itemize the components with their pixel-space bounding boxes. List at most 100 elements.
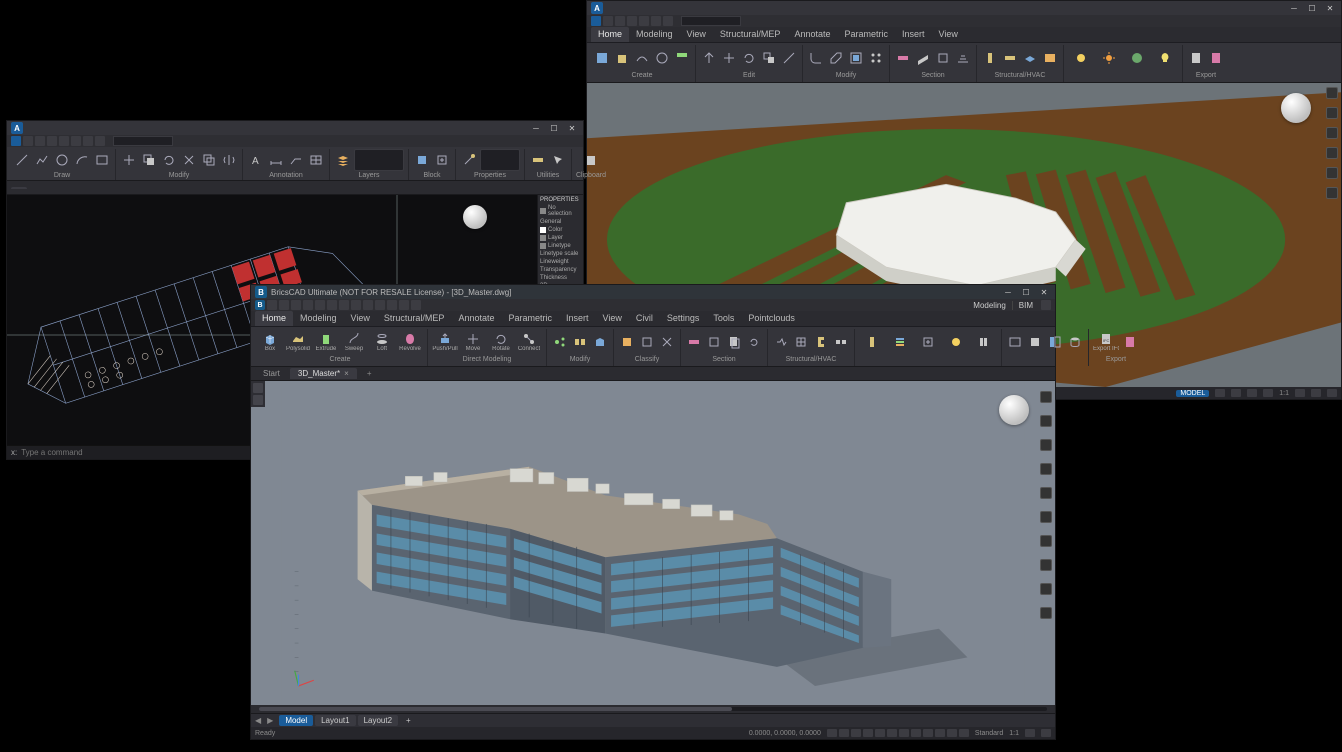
project-browser-icon[interactable] xyxy=(1046,331,1064,353)
classify-auto-icon[interactable] xyxy=(618,331,636,353)
qat-open-icon[interactable] xyxy=(615,16,625,26)
status-scale[interactable]: 1:1 xyxy=(1279,390,1289,397)
array-tool-icon[interactable] xyxy=(867,47,885,69)
nav-orbit-icon[interactable] xyxy=(1326,127,1338,139)
lookfrom-icon[interactable] xyxy=(1040,391,1052,403)
qat-copy-icon[interactable] xyxy=(351,300,361,310)
fillet-tool-icon[interactable] xyxy=(807,47,825,69)
status-lwt-toggle[interactable] xyxy=(899,729,909,737)
classify-manual-icon[interactable] xyxy=(638,331,656,353)
ribbon-tab[interactable]: View xyxy=(932,27,965,42)
offset-tool-icon[interactable] xyxy=(200,149,218,171)
qat-save-icon[interactable] xyxy=(627,16,637,26)
rect-tool-icon[interactable] xyxy=(93,149,111,171)
create-block-icon[interactable] xyxy=(433,149,451,171)
automatch-tool-icon[interactable] xyxy=(571,331,589,353)
line-tool-icon[interactable] xyxy=(13,149,31,171)
ribbon-tab-structural[interactable]: Structural/MEP xyxy=(377,311,452,326)
select-tool-icon[interactable] xyxy=(549,149,567,171)
minimize-button[interactable]: ─ xyxy=(529,123,543,133)
status-workspace-toggle[interactable] xyxy=(1311,389,1321,397)
pushpull-tool-icon[interactable] xyxy=(700,47,718,69)
ribbon-tab-modeling[interactable]: Modeling xyxy=(293,311,344,326)
unclassify-icon[interactable] xyxy=(658,331,676,353)
box-tool-icon[interactable] xyxy=(593,47,611,69)
close-button[interactable]: ✕ xyxy=(1323,3,1337,13)
status-model-badge[interactable]: MODEL xyxy=(1176,390,1209,397)
qat-new-icon[interactable] xyxy=(23,136,33,146)
revolve-tool-icon[interactable]: Revolve xyxy=(397,330,423,354)
bimcolumn-icon[interactable] xyxy=(859,330,885,354)
file-tab-add[interactable]: + xyxy=(359,368,380,379)
status-clean-toggle[interactable] xyxy=(1327,389,1337,397)
status-snap-toggle[interactable] xyxy=(1231,389,1241,397)
trim-tool-icon[interactable] xyxy=(180,149,198,171)
layout-nav-next-icon[interactable]: ▶ xyxy=(267,716,277,725)
nav-pan-icon[interactable] xyxy=(1326,107,1338,119)
nav-iso-icon[interactable] xyxy=(1040,535,1052,547)
nav-pan-icon[interactable] xyxy=(1040,415,1052,427)
qat-undo-icon[interactable] xyxy=(83,136,93,146)
rotate-tool-icon[interactable] xyxy=(740,47,758,69)
qat-paste-icon[interactable] xyxy=(363,300,373,310)
nav-look-icon[interactable] xyxy=(1326,167,1338,179)
app-logo-icon[interactable]: B xyxy=(255,286,267,298)
qat-saveas-icon[interactable] xyxy=(59,136,69,146)
export-bcf-icon[interactable] xyxy=(1121,331,1139,353)
titlebar[interactable]: B BricsCAD Ultimate (NOT FOR RESALE Lice… xyxy=(251,285,1055,299)
status-esnap-toggle[interactable] xyxy=(875,729,885,737)
qat-new-icon[interactable] xyxy=(267,300,277,310)
qat-open-icon[interactable] xyxy=(279,300,289,310)
flatten-tool-icon[interactable] xyxy=(954,47,972,69)
ribbon-tab-insert[interactable]: Insert xyxy=(559,311,596,326)
app-menu-button[interactable] xyxy=(11,136,21,146)
materials-tool-icon[interactable] xyxy=(1124,46,1150,70)
sweep-tool-icon[interactable]: Sweep xyxy=(341,330,367,354)
layout-tab-add[interactable]: + xyxy=(400,715,417,726)
viewcube-icon[interactable] xyxy=(1281,93,1311,123)
workspace-suffix[interactable]: BIM xyxy=(1012,301,1039,310)
qat-props-icon[interactable] xyxy=(399,300,409,310)
lights-tool-icon[interactable] xyxy=(1152,46,1178,70)
copy-tool-icon[interactable] xyxy=(140,149,158,171)
sun-tool-icon[interactable] xyxy=(1096,46,1122,70)
layout-tab-model[interactable]: Model xyxy=(279,715,313,726)
polyline-tool-icon[interactable] xyxy=(33,149,51,171)
sweep-tool-icon[interactable] xyxy=(633,47,651,69)
ribbon-tab-parametric[interactable]: Parametric xyxy=(501,311,559,326)
prop-row[interactable]: Transparency xyxy=(540,267,581,273)
scrollbar-thumb[interactable] xyxy=(259,707,732,711)
bimify-tool-icon[interactable] xyxy=(591,331,609,353)
minimize-button[interactable]: ─ xyxy=(1001,287,1015,297)
qat-new-icon[interactable] xyxy=(603,16,613,26)
status-dyn-toggle[interactable] xyxy=(911,729,921,737)
nav-zoom-icon[interactable] xyxy=(1040,463,1052,475)
loft-tool-icon[interactable] xyxy=(673,47,691,69)
qat-match-icon[interactable] xyxy=(375,300,385,310)
shell-tool-icon[interactable] xyxy=(847,47,865,69)
ribbon-tab[interactable]: Home xyxy=(591,27,629,42)
drotate-tool-icon[interactable]: Rotate xyxy=(488,330,514,354)
maximize-button[interactable]: ☐ xyxy=(1305,3,1319,13)
status-tile-toggle[interactable] xyxy=(1025,729,1035,737)
viewcube-icon[interactable] xyxy=(463,205,487,229)
mirror-tool-icon[interactable] xyxy=(220,149,238,171)
column-tool-icon[interactable] xyxy=(981,47,999,69)
props-color-dropdown[interactable] xyxy=(480,149,520,171)
measure-tool-icon[interactable] xyxy=(529,149,547,171)
nav-visual-icon[interactable] xyxy=(1040,487,1052,499)
maximize-button[interactable]: ☐ xyxy=(547,123,561,133)
file-tab-active[interactable]: 3D_Master*× xyxy=(290,368,357,379)
scale-tool-icon[interactable] xyxy=(760,47,778,69)
maximize-button[interactable]: ☐ xyxy=(1019,287,1033,297)
ribbon-tab[interactable]: Annotate xyxy=(787,27,837,42)
propagate-tool-icon[interactable] xyxy=(551,331,569,353)
viewcube-icon[interactable] xyxy=(999,395,1029,425)
table-tool-icon[interactable] xyxy=(307,149,325,171)
box-tool-icon[interactable]: Box xyxy=(257,330,283,354)
profiles-tool-icon[interactable] xyxy=(812,331,830,353)
layer-dropdown[interactable] xyxy=(354,149,404,171)
nav-home-icon[interactable] xyxy=(1326,87,1338,99)
close-icon[interactable]: × xyxy=(344,369,349,378)
export-ifc-icon[interactable] xyxy=(1187,47,1205,69)
